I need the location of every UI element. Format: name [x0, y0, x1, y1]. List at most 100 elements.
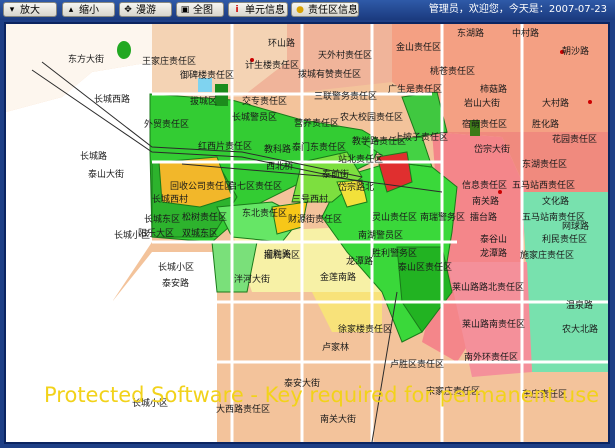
map-label: 回收公司责任区	[170, 180, 233, 192]
map-label: 大村路	[542, 97, 569, 109]
trial-watermark: Protected Software - Key required for pe…	[44, 383, 600, 407]
park-marker	[117, 41, 131, 59]
map-label: 红西片责任区	[198, 140, 252, 152]
map-label: 莱山路路北责任区	[452, 281, 524, 293]
map-label: 三号西村	[292, 193, 328, 205]
map-label: 南外环责任区	[464, 351, 518, 363]
map-label: 胜化路	[532, 118, 559, 130]
map-label: 南关大街	[320, 413, 356, 425]
map-label: 卢胜区责任区	[390, 358, 444, 370]
zone-info-label: 责任区信息	[308, 5, 358, 16]
zone-info-button[interactable]: ● 责任区信息	[291, 2, 359, 17]
map-label: 东方大街	[68, 53, 104, 65]
map-label: 泰山大街	[88, 168, 124, 180]
map-label: 农大北路	[562, 323, 598, 335]
map-label: 施家庄责任区	[520, 249, 574, 261]
map-canvas[interactable]: 东方大街 王家庄责任区 御碑楼责任区 计生楼责任区 环山路 天外村责任区 金山责…	[6, 24, 608, 442]
map-label: 御碑楼责任区	[180, 69, 234, 81]
map-label: 拔城区	[190, 95, 217, 107]
map-label: 岱宗路北	[338, 181, 374, 193]
zoom-in-button[interactable]: ▾ 放大	[3, 2, 57, 17]
map-label: 花园责任区	[552, 133, 597, 145]
zone-info-icon: ●	[296, 5, 304, 15]
map-label: 财源街责任区	[288, 213, 342, 225]
map-label: 莱山路南责任区	[462, 318, 525, 330]
map-label: 朝沙路	[562, 45, 589, 57]
map-label: 泰山区责任区	[398, 261, 452, 273]
pan-button[interactable]: ✥ 漫游	[119, 2, 172, 17]
map-label: 灵山责任区	[372, 211, 417, 223]
map-label: 三联警务责任区	[314, 90, 377, 102]
map-label: 松树责任区	[182, 211, 227, 223]
map-label: 长城警员区	[232, 111, 277, 123]
map-label: 宿萌责任区	[462, 118, 507, 130]
map-label: 拨城有赞责任区	[298, 68, 361, 80]
map-label: 环山路	[268, 37, 295, 49]
zoom-out-button[interactable]: ▴ 缩小	[62, 2, 115, 17]
map-label: 泰前街	[322, 168, 349, 180]
map-label: 五马站西责任区	[512, 179, 575, 191]
map-label: 阳乐大区	[138, 227, 174, 239]
map-label: 泰门东责任区	[292, 141, 346, 153]
map-label: 交专责任区	[242, 95, 287, 107]
map-label: 信息责任区	[462, 179, 507, 191]
map-label: 中村路	[512, 27, 539, 39]
full-extent-label: 全图	[193, 5, 213, 16]
map-label: 长城小区	[158, 261, 194, 273]
map-label: 东湖责任区	[522, 158, 567, 170]
map-label: 泰谷山	[480, 233, 507, 245]
full-extent-button[interactable]: ▣ 全图	[176, 2, 224, 17]
unit-info-button[interactable]: i 单元信息	[228, 2, 288, 17]
map-label: 利民责任区	[542, 233, 587, 245]
map-label: 西北桥	[266, 160, 293, 172]
map-label: 迎胜路	[264, 248, 291, 260]
map-label: 龙潭路	[480, 247, 507, 259]
map-label: 教科路	[264, 143, 291, 155]
zoom-in-icon: ▾	[9, 5, 15, 15]
map-label: 徐家楼责任区	[338, 323, 392, 335]
map-label: 广生是责任区	[388, 83, 442, 95]
full-extent-icon: ▣	[180, 5, 190, 15]
zoom-in-label: 放大	[20, 5, 40, 16]
map-label: 双城东区	[182, 227, 218, 239]
map-label: 桃苍责任区	[430, 65, 475, 77]
map-label: 金莲南路	[320, 271, 356, 283]
map-label: 外贸责任区	[144, 118, 189, 130]
map-view[interactable]: 东方大街 王家庄责任区 御碑楼责任区 计生楼责任区 环山路 天外村责任区 金山责…	[4, 22, 610, 444]
map-label: 农大校园责任区	[340, 111, 403, 123]
map-label: 东北责任区	[242, 207, 287, 219]
map-label: 金山责任区	[396, 41, 441, 53]
map-label: 上坡子责任区	[394, 131, 448, 143]
map-label: 东湖路	[457, 27, 484, 39]
zoom-out-label: 缩小	[79, 5, 99, 16]
map-label: 长城东区	[144, 213, 180, 225]
welcome-status: 管理员，欢迎您，今天是：2007-07-23	[428, 4, 607, 15]
map-label: 营养责任区	[294, 117, 339, 129]
map-label: 卢家林	[322, 341, 349, 353]
map-label: 南湖警员区	[358, 229, 403, 241]
map-label: 长城西村	[152, 193, 188, 205]
poi-marker	[588, 100, 592, 104]
map-label: 胜利警务区	[372, 247, 417, 259]
unit-info-label: 单元信息	[245, 5, 285, 16]
toolbar: ▾ 放大 ▴ 缩小 ✥ 漫游 ▣ 全图 i 单元信息 ● 责任区信息 管理员，欢…	[0, 0, 615, 20]
map-label: 南瑞警务区	[420, 211, 465, 223]
map-label: 启七区责任区	[228, 180, 282, 192]
info-icon: i	[235, 5, 239, 15]
map-label: 泰安路	[162, 277, 189, 289]
map-label: 岱宗大街	[474, 143, 510, 155]
map-label: 温泉路	[566, 299, 593, 311]
zoom-out-icon: ▴	[68, 5, 74, 15]
pan-label: 漫游	[136, 5, 156, 16]
map-label: 文化路	[542, 195, 569, 207]
map-label: 柿菇路	[480, 83, 507, 95]
map-label: 南关路	[472, 195, 499, 207]
map-label: 网球路	[562, 220, 589, 232]
map-label: 王家庄责任区	[142, 55, 196, 67]
map-label: 长城路	[80, 150, 107, 162]
map-label: 岩山大街	[464, 97, 500, 109]
map-label: 长城西路	[94, 93, 130, 105]
map-label: 站北责任区	[338, 153, 383, 165]
map-label: 龙潭路	[346, 255, 373, 267]
map-label: 泮河大街	[234, 273, 270, 285]
